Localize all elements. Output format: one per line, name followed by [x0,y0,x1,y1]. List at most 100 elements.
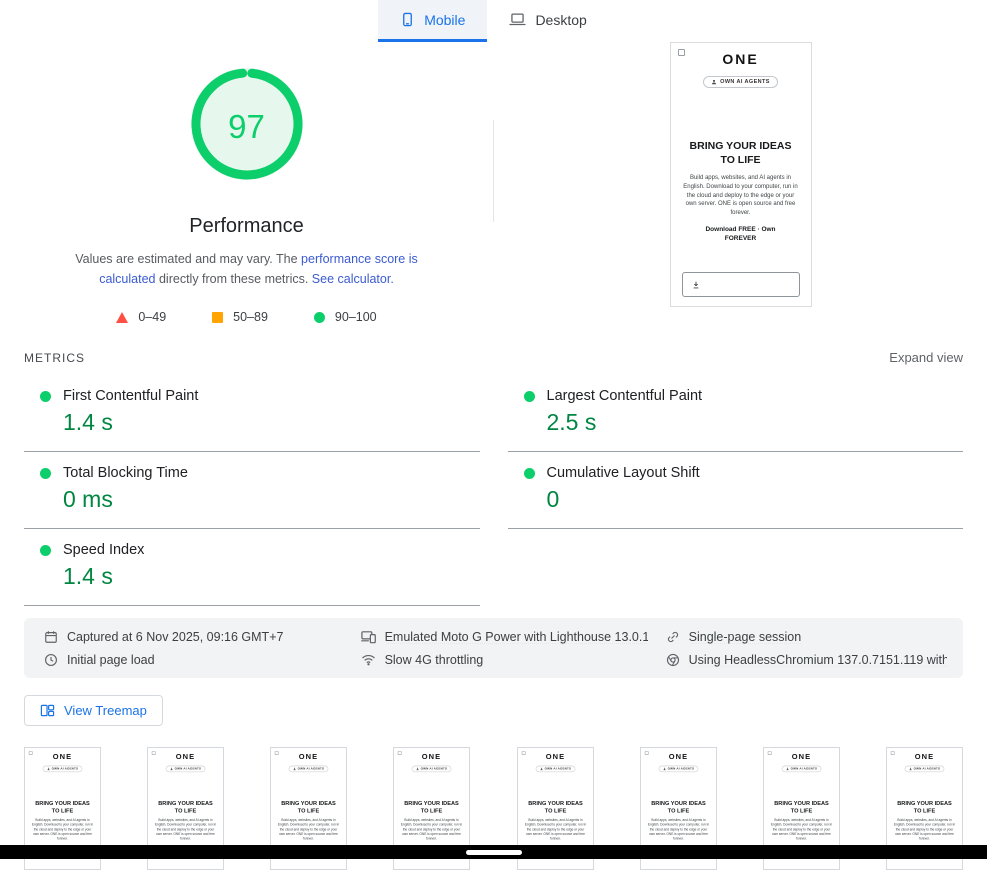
preview-badge: OWN AI AGENTS [412,766,452,772]
env-throttling-text[interactable]: Slow 4G throttling [385,653,484,667]
performance-title: Performance [0,215,493,238]
metric-cumulative-layout-shift: Cumulative Layout Shift 0 [508,452,964,529]
laptop-icon [509,13,526,26]
preview-menu-icon [398,751,402,755]
performance-gauge[interactable]: 97 [189,66,305,187]
env-session-text[interactable]: Single-page session [689,630,802,644]
see-calculator-link[interactable]: See calculator. [312,272,394,286]
preview-body: Build apps, websites, and AI agents in E… [31,818,94,841]
preview-logo: ONE [764,748,839,761]
preview-menu-icon [678,49,685,56]
legend-fail: 0–49 [116,310,166,324]
agent-icon [711,79,717,85]
agent-icon [909,767,912,770]
preview-badge-label: OWN AI AGENTS [667,767,694,770]
preview-badge: OWN AI AGENTS [535,766,575,772]
preview-badge: OWN AI AGENTS [166,766,206,772]
agent-icon [539,767,542,770]
preview-body: Build apps, websites, and AI agents in E… [682,174,800,217]
preview-heading: BRING YOUR IDEAS TO LIFE [35,800,90,815]
metric-value: 2.5 s [547,409,964,436]
preview-logo: ONE [394,748,469,761]
env-load: Initial page load [44,652,343,667]
preview-badge: OWN AI AGENTS [42,766,82,772]
env-load-text: Initial page load [67,653,155,667]
clock-icon [44,653,58,667]
preview-heading: BRING YOUR IDEAS TO LIFE [897,800,952,815]
preview-heading: BRING YOUR IDEAS TO LIFE [651,800,706,815]
preview-badge: OWN AI AGENTS [703,76,778,88]
environment-box: Captured at 6 Nov 2025, 09:16 GMT+7 Emul… [24,618,963,678]
metric-value: 0 ms [63,486,480,513]
legend-pass-range: 90–100 [335,310,377,324]
preview-logo: ONE [671,43,811,67]
agent-icon [786,767,789,770]
screenshot-column: ONE OWN AI AGENTS BRING YOUR IDEAS TO LI… [494,42,987,324]
preview-logo: ONE [148,748,223,761]
preview-logo: ONE [887,748,962,761]
metric-speed-index: Speed Index 1.4 s [24,529,480,606]
preview-logo: ONE [641,748,716,761]
preview-badge: OWN AI AGENTS [781,766,821,772]
preview-badge: OWN AI AGENTS [289,766,329,772]
tab-desktop[interactable]: Desktop [487,0,608,42]
env-throttling: Slow 4G throttling [361,652,648,667]
agent-icon [170,767,173,770]
scroll-handle[interactable] [466,850,522,855]
preview-heading: BRING YOUR IDEAS TO LIFE [690,140,792,167]
agent-icon [47,767,50,770]
treemap-icon [40,703,55,718]
score-column: 97 Performance Values are estimated and … [0,42,493,324]
preview-body: Build apps, websites, and AI agents in E… [154,818,217,841]
metric-value: 1.4 s [63,563,480,590]
preview-body: Build apps, websites, and AI agents in E… [400,818,463,841]
metric-first-contentful-paint: First Contentful Paint 1.4 s [24,375,480,452]
metrics-section-label: METRICS [24,351,85,365]
metric-total-blocking-time: Total Blocking Time 0 ms [24,452,480,529]
expand-view-button[interactable]: Expand view [889,350,963,365]
view-treemap-button[interactable]: View Treemap [24,695,163,726]
env-chrome-text[interactable]: Using HeadlessChromium 137.0.7151.119 wi… [689,653,947,667]
env-chrome: Using HeadlessChromium 137.0.7151.119 wi… [666,652,947,667]
metric-pass-dot-icon [40,545,51,556]
env-device-text[interactable]: Emulated Moto G Power with Lighthouse 13… [385,630,648,644]
preview-menu-icon [152,751,156,755]
tab-mobile[interactable]: Mobile [378,0,487,42]
preview-menu-icon [29,751,33,755]
preview-heading: BRING YOUR IDEAS TO LIFE [281,800,336,815]
desc-text-1: Values are estimated and may vary. The [75,252,301,266]
tab-mobile-label: Mobile [424,12,465,28]
download-icon [692,281,700,289]
preview-badge-label: OWN AI AGENTS [914,767,941,770]
metric-name: Speed Index [63,542,144,558]
preview-heading: BRING YOUR IDEAS TO LIFE [158,800,213,815]
score-description: Values are estimated and may vary. The p… [71,249,423,289]
metric-name: Total Blocking Time [63,465,188,481]
preview-menu-icon [768,751,772,755]
smartphone-icon [400,12,415,27]
metric-name: Largest Contentful Paint [547,388,703,404]
preview-body: Build apps, websites, and AI agents in E… [647,818,710,841]
preview-body: Build apps, websites, and AI agents in E… [893,818,956,841]
metrics-grid: First Contentful Paint 1.4 s Largest Con… [24,375,963,606]
desc-text-2: directly from these metrics. [156,272,312,286]
preview-body: Build apps, websites, and AI agents in E… [770,818,833,841]
devices-icon [361,629,376,644]
performance-summary: 97 Performance Values are estimated and … [0,42,987,324]
fail-triangle-icon [116,312,128,323]
metric-name: First Contentful Paint [63,388,198,404]
pass-circle-icon [314,312,325,323]
preview-cta: Download FREE · Own FOREVER [701,225,781,245]
agent-icon [416,767,419,770]
env-captured-text: Captured at 6 Nov 2025, 09:16 GMT+7 [67,630,283,644]
env-device: Emulated Moto G Power with Lighthouse 13… [361,629,648,644]
performance-score: 97 [189,66,305,187]
metrics-header: METRICS Expand view [24,350,963,365]
metric-pass-dot-icon [524,391,535,402]
bottom-bar [0,845,987,859]
metric-value: 0 [547,486,964,513]
preview-heading: BRING YOUR IDEAS TO LIFE [405,800,460,815]
preview-badge-label: OWN AI AGENTS [421,767,448,770]
tab-desktop-label: Desktop [535,12,586,28]
legend-average-range: 50–89 [233,310,268,324]
